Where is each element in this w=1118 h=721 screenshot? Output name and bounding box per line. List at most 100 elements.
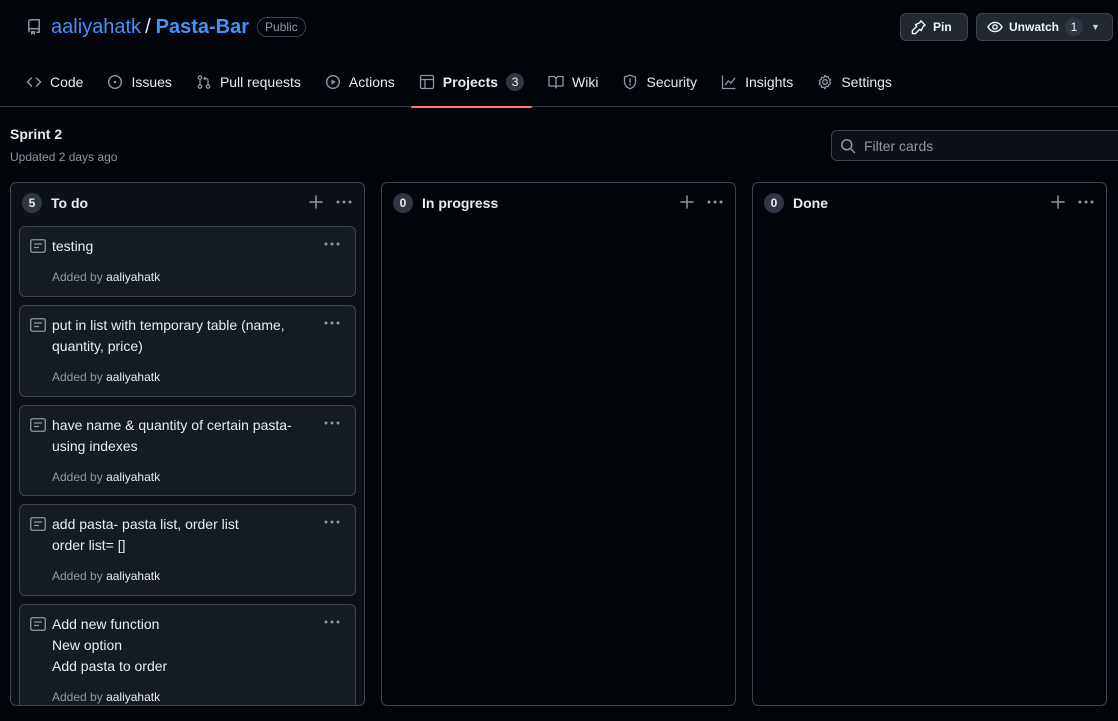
card-author-link[interactable]: aaliyahatk	[106, 370, 160, 384]
card-title: put in list with temporary table (name, …	[52, 317, 285, 354]
card-title: add pasta- pasta list, order list order …	[52, 516, 239, 553]
issue-opened-icon	[107, 74, 123, 90]
card-meta: Added by aaliyahatk	[52, 270, 160, 284]
kebab-horizontal-icon[interactable]	[323, 514, 341, 530]
tab-actions[interactable]: Actions	[317, 60, 403, 107]
added-by-label: Added by	[52, 270, 103, 284]
shield-icon	[622, 74, 638, 90]
tab-security[interactable]: Security	[614, 60, 705, 107]
note-icon	[30, 517, 46, 531]
filter-cards-field[interactable]	[831, 130, 1118, 161]
column-header: 0 Done	[753, 183, 1106, 223]
search-icon	[840, 138, 856, 154]
column-card-count: 0	[393, 193, 413, 213]
chevron-down-icon[interactable]: ▼	[1091, 22, 1100, 32]
tab-security-label: Security	[646, 74, 698, 90]
project-card[interactable]: have name & quantity of certain pasta- u…	[19, 405, 356, 496]
pin-button[interactable]: Pin	[900, 13, 968, 41]
eye-icon	[987, 19, 1003, 35]
project-updated-text: Updated 2 days ago	[10, 150, 118, 164]
plus-icon[interactable]	[308, 194, 324, 210]
card-title: Add new function New option Add pasta to…	[52, 616, 168, 674]
kebab-horizontal-icon[interactable]	[1077, 194, 1095, 210]
added-by-label: Added by	[52, 569, 103, 583]
play-icon	[325, 74, 341, 90]
tab-wiki[interactable]: Wiki	[540, 60, 606, 107]
kebab-horizontal-icon[interactable]	[323, 315, 341, 331]
tab-settings-label: Settings	[841, 74, 892, 90]
column-card-count: 0	[764, 193, 784, 213]
tab-code-label: Code	[50, 74, 84, 90]
tab-insights-label: Insights	[745, 74, 794, 90]
card-author-link[interactable]: aaliyahatk	[106, 569, 160, 583]
tab-code[interactable]: Code	[18, 60, 91, 107]
tab-actions-label: Actions	[348, 74, 395, 90]
card-author-link[interactable]: aaliyahatk	[106, 270, 160, 284]
project-card[interactable]: add pasta- pasta list, order list order …	[19, 504, 356, 596]
tab-pull-requests-label: Pull requests	[219, 74, 301, 90]
tab-insights[interactable]: Insights	[713, 60, 801, 107]
pin-label: Pin	[933, 20, 952, 34]
filter-cards-input[interactable]	[864, 137, 1104, 154]
unwatch-label: Unwatch	[1009, 20, 1060, 34]
tab-wiki-label: Wiki	[572, 74, 599, 90]
tab-projects[interactable]: Projects 3	[410, 60, 533, 108]
note-icon	[30, 239, 46, 253]
column-done: 0 Done	[752, 182, 1107, 706]
added-by-label: Added by	[52, 690, 103, 704]
project-card[interactable]: put in list with temporary table (name, …	[19, 305, 356, 397]
card-author-link[interactable]: aaliyahatk	[106, 690, 160, 704]
tab-settings[interactable]: Settings	[809, 60, 900, 107]
column-card-count: 5	[22, 193, 42, 213]
repo-path-separator: /	[145, 15, 151, 38]
column-header: 0 In progress	[382, 183, 735, 223]
plus-icon[interactable]	[679, 194, 695, 210]
column-header: 5 To do	[11, 183, 364, 223]
unwatch-button[interactable]: Unwatch 1 ▼	[976, 13, 1113, 41]
table-icon	[419, 74, 435, 90]
card-title: testing	[52, 238, 94, 254]
tab-projects-label: Projects	[442, 74, 499, 90]
card-meta: Added by aaliyahatk	[52, 370, 160, 384]
project-title: Sprint 2	[10, 126, 63, 142]
kebab-horizontal-icon[interactable]	[335, 194, 353, 210]
card-meta: Added by aaliyahatk	[52, 690, 160, 704]
note-icon	[30, 318, 46, 332]
card-title: have name & quantity of certain pasta- u…	[52, 417, 292, 454]
card-author-link[interactable]: aaliyahatk	[106, 470, 160, 484]
card-meta: Added by aaliyahatk	[52, 569, 160, 583]
added-by-label: Added by	[52, 470, 103, 484]
column-title: To do	[51, 195, 89, 211]
column-title: Done	[793, 195, 828, 211]
note-icon	[30, 418, 46, 432]
gear-icon	[817, 74, 833, 90]
git-pull-request-icon	[196, 74, 212, 90]
code-icon	[26, 74, 42, 90]
kebab-horizontal-icon[interactable]	[323, 415, 341, 431]
tab-issues-label: Issues	[131, 74, 172, 90]
project-card[interactable]: testing Added by aaliyahatk	[19, 226, 356, 297]
note-icon	[30, 617, 46, 631]
pin-icon	[911, 19, 927, 35]
graph-icon	[721, 74, 737, 90]
kebab-horizontal-icon[interactable]	[706, 194, 724, 210]
project-card[interactable]: Add new function New option Add pasta to…	[19, 604, 356, 705]
repo-nav: Code Issues Pull requests Actions Projec…	[18, 60, 908, 108]
column-in-progress: 0 In progress	[381, 182, 736, 706]
repo-header: aaliyahatk / Pasta-Bar Public Pin Unwatc…	[0, 0, 1118, 108]
added-by-label: Added by	[52, 370, 103, 384]
tab-issues[interactable]: Issues	[99, 60, 179, 107]
repo-owner-link[interactable]: aaliyahatk	[51, 16, 141, 39]
book-icon	[548, 74, 564, 90]
plus-icon[interactable]	[1050, 194, 1066, 210]
visibility-badge: Public	[257, 17, 306, 37]
column-to-do: 5 To do testing Added by aaliyahatk put …	[10, 182, 365, 706]
watch-count: 1	[1065, 18, 1084, 36]
kebab-horizontal-icon[interactable]	[323, 236, 341, 252]
repo-icon	[26, 19, 42, 35]
kebab-horizontal-icon[interactable]	[323, 614, 341, 630]
repo-title-row: aaliyahatk / Pasta-Bar Public	[26, 14, 306, 40]
tab-pull-requests[interactable]: Pull requests	[188, 60, 309, 107]
column-title: In progress	[422, 195, 499, 211]
repo-name-link[interactable]: Pasta-Bar	[156, 16, 249, 39]
